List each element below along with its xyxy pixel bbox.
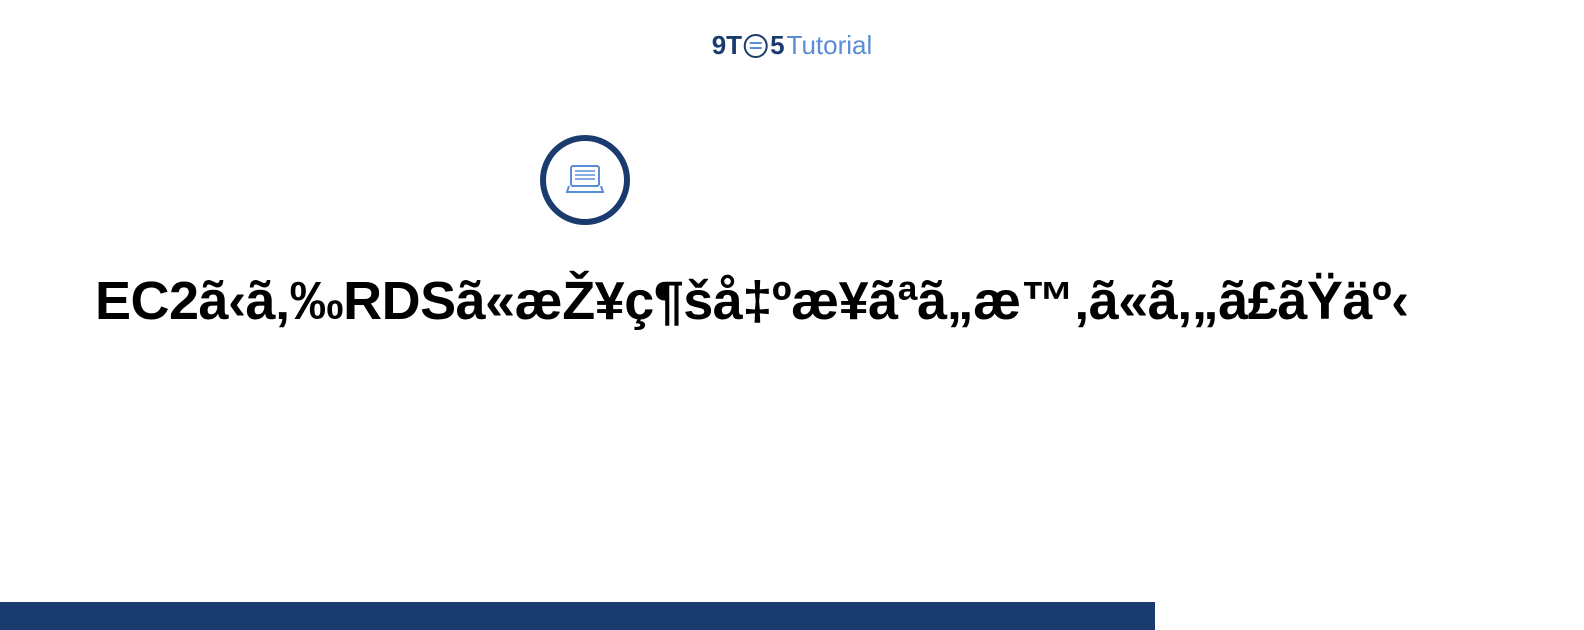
- laptop-icon: [540, 135, 630, 225]
- decorative-bottom-bar: [0, 602, 1155, 630]
- logo-text-tutorial: Tutorial: [787, 30, 873, 61]
- site-logo: 9T 5 Tutorial: [712, 30, 873, 61]
- logo-text-5: 5: [770, 30, 784, 61]
- logo-text-9t: 9T: [712, 30, 742, 61]
- laptop-svg: [561, 156, 609, 204]
- page-title: EC2ã‹ã‚‰RDSã«æŽ¥ç¶šå‡ºæ¥ãªã„æ™‚ã«ã‚„ã£ãŸ…: [95, 270, 1409, 332]
- logo-circle-icon: [744, 34, 768, 58]
